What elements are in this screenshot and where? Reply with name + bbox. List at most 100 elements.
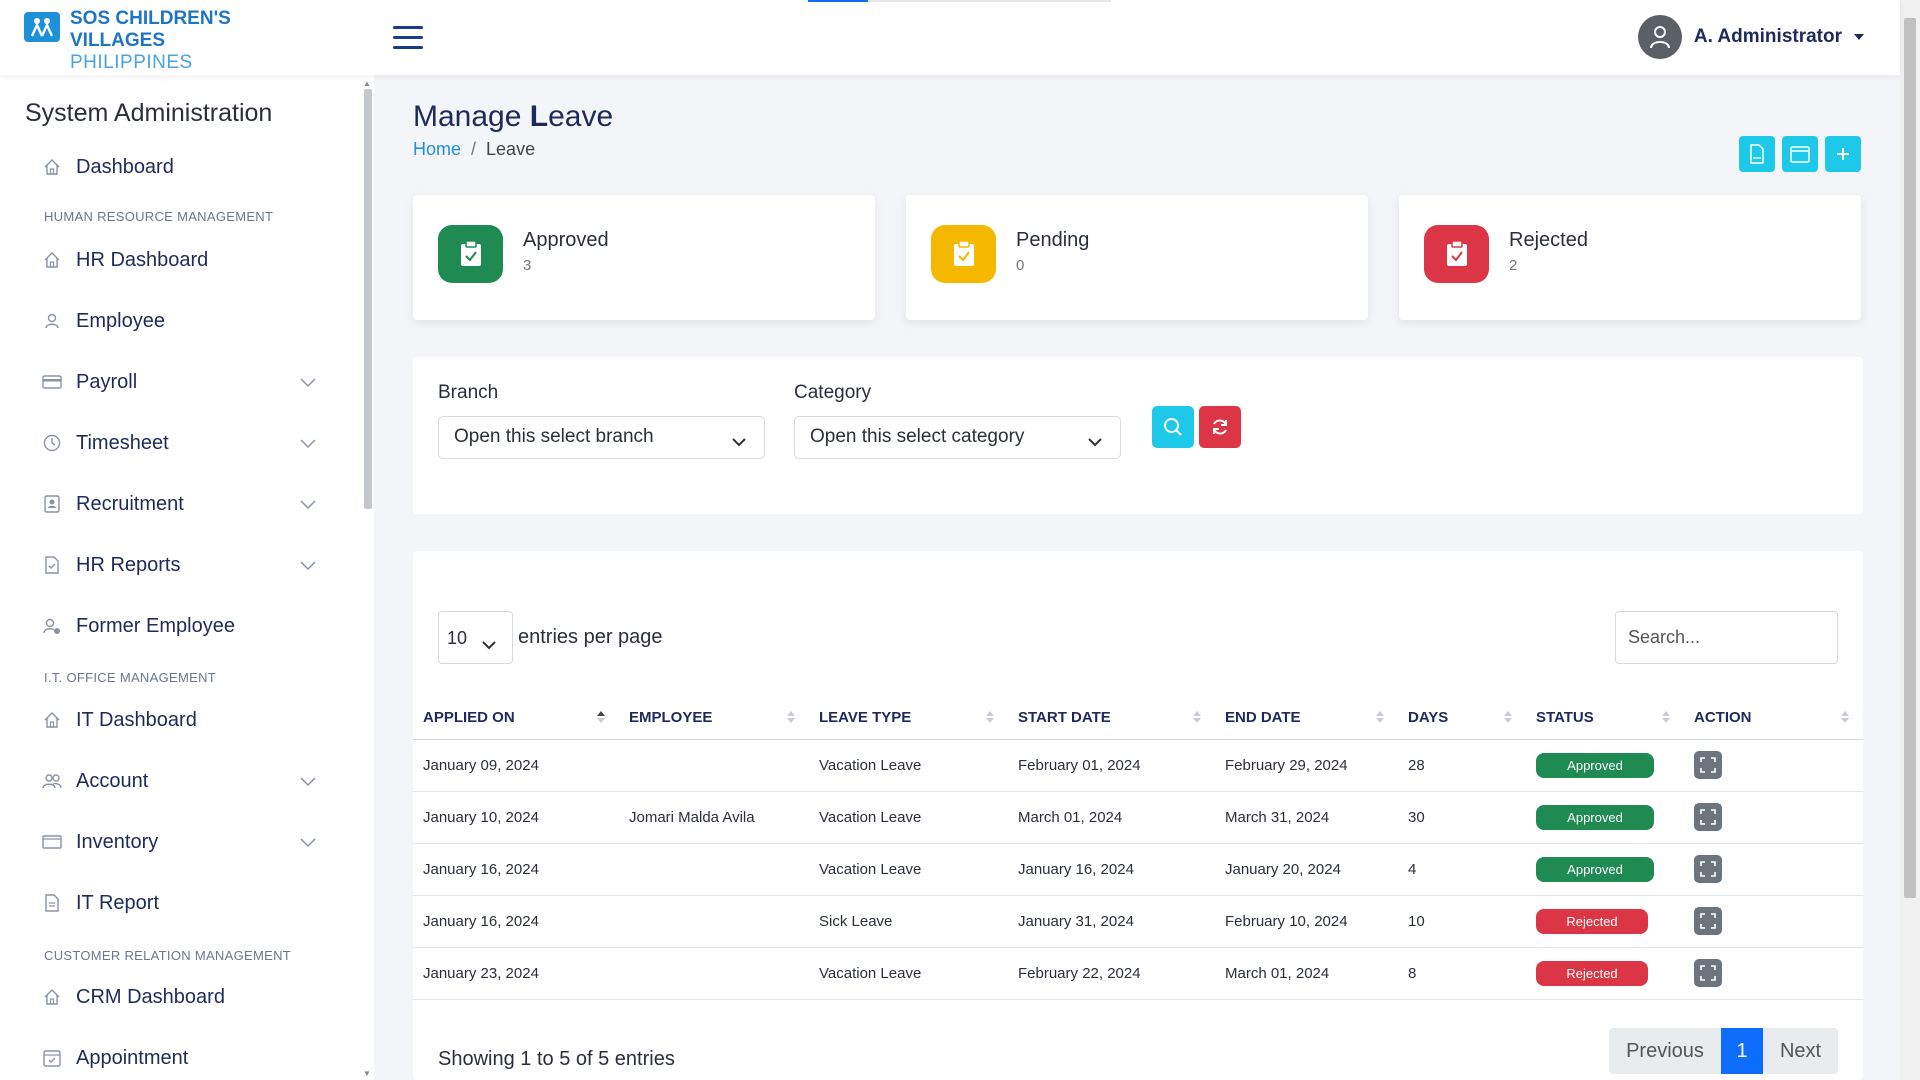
view-button[interactable] — [1694, 855, 1722, 883]
col-label: STATUS — [1536, 709, 1594, 727]
user-menu[interactable]: A. Administrator — [1637, 15, 1864, 59]
stat-label: Approved — [523, 229, 609, 251]
home-icon — [42, 710, 62, 730]
status-badge: Approved — [1536, 856, 1654, 882]
breadcrumb-current: Leave — [486, 139, 536, 159]
menu-toggle-icon[interactable] — [393, 26, 423, 50]
calendar-button[interactable] — [1782, 136, 1818, 172]
col-label: START DATE — [1018, 709, 1111, 727]
col-days[interactable]: DAYS — [1398, 697, 1526, 740]
avatar — [1637, 15, 1682, 59]
home-icon — [42, 987, 62, 1007]
top-header: SOS CHILDREN'S VILLAGES PHILIPPINES A. A… — [0, 0, 1900, 75]
user-name: A. Administrator — [1693, 26, 1842, 47]
cell-applied-on: January 16, 2024 — [413, 895, 619, 948]
col-end-date[interactable]: END DATE — [1215, 697, 1398, 740]
category-select[interactable]: Open this select category — [794, 416, 1121, 459]
file-text-icon — [42, 893, 62, 913]
expand-icon — [1700, 809, 1716, 825]
sidebar-item-former-employee[interactable]: Former Employee — [42, 611, 322, 641]
sidebar-item-label: Appointment — [76, 1046, 189, 1069]
cell-leave-type: Vacation Leave — [809, 739, 1008, 792]
cell-end-date: January 20, 2024 — [1215, 843, 1398, 896]
previous-page-button[interactable]: Previous — [1609, 1028, 1721, 1074]
refresh-icon — [1213, 419, 1227, 435]
sidebar-scroll-down-icon[interactable]: ▼ — [363, 1069, 371, 1078]
breadcrumb-home[interactable]: Home — [413, 139, 461, 160]
view-button[interactable] — [1694, 907, 1722, 935]
leave-table-card: 10 entries per page APPLIED ON EMPLOYEE … — [413, 551, 1863, 1080]
stat-label: Pending — [1016, 229, 1090, 251]
col-action[interactable]: ACTION — [1684, 697, 1863, 740]
sidebar-item-hr-dashboard[interactable]: HR Dashboard — [42, 245, 322, 275]
expand-icon — [1700, 913, 1716, 929]
sidebar-item-it-report[interactable]: IT Report — [42, 888, 322, 918]
cell-start-date: January 16, 2024 — [1008, 843, 1215, 896]
view-button[interactable] — [1694, 803, 1722, 831]
sidebar-item-label: HR Dashboard — [76, 248, 209, 271]
calendar-check-icon — [42, 1048, 62, 1068]
logo-line-2: VILLAGES — [70, 30, 166, 51]
table-row: January 16, 2024 Vacation Leave January … — [413, 843, 1863, 896]
cell-employee — [619, 843, 809, 896]
page-title-prefix: Manage — [413, 100, 530, 133]
section-it: I.T. OFFICE MANAGEMENT — [44, 670, 216, 685]
table-row: January 16, 2024 Sick Leave January 31, … — [413, 895, 1863, 948]
sidebar-item-it-dashboard[interactable]: IT Dashboard — [42, 705, 322, 735]
view-button[interactable] — [1694, 751, 1722, 779]
page-scrollbar[interactable] — [1900, 0, 1920, 1080]
sidebar-item-timesheet[interactable]: Timesheet — [42, 428, 322, 458]
expand-icon — [1700, 757, 1716, 773]
col-status[interactable]: STATUS — [1526, 697, 1684, 740]
cell-days: 4 — [1398, 843, 1526, 896]
col-start-date[interactable]: START DATE — [1008, 697, 1215, 740]
chevron-down-icon — [300, 497, 316, 515]
folder-icon — [42, 832, 62, 852]
sidebar-item-label: Account — [76, 769, 149, 792]
sidebar-item-crm-dashboard[interactable]: CRM Dashboard — [42, 982, 322, 1012]
sidebar-item-hr-reports[interactable]: HR Reports — [42, 550, 322, 580]
breadcrumb: Home / Leave — [413, 139, 535, 160]
sidebar-item-inventory[interactable]: Inventory — [42, 827, 322, 857]
add-leave-button[interactable] — [1825, 136, 1861, 172]
logo[interactable]: SOS CHILDREN'S VILLAGES PHILIPPINES — [24, 8, 231, 74]
col-leave-type[interactable]: LEAVE TYPE — [809, 697, 1008, 740]
sidebar-scrollbar[interactable] — [364, 89, 372, 509]
col-employee[interactable]: EMPLOYEE — [619, 697, 809, 740]
sidebar-scroll-up-icon[interactable]: ▲ — [363, 79, 371, 88]
cell-start-date: February 22, 2024 — [1008, 947, 1215, 1000]
stat-value: 2 — [1509, 257, 1518, 274]
sidebar-item-dashboard[interactable]: Dashboard — [42, 152, 322, 182]
sidebar-item-account[interactable]: Account — [42, 766, 322, 796]
col-applied-on[interactable]: APPLIED ON — [413, 697, 619, 740]
page-button-1[interactable]: 1 — [1721, 1028, 1763, 1074]
user-icon — [42, 311, 62, 331]
export-csv-button[interactable] — [1739, 136, 1775, 172]
status-badge: Approved — [1536, 804, 1654, 830]
file-check-icon — [42, 555, 62, 575]
cell-end-date: March 01, 2024 — [1215, 947, 1398, 1000]
col-label: DAYS — [1408, 709, 1449, 727]
sidebar-item-employee[interactable]: Employee — [42, 306, 322, 336]
cell-applied-on: January 10, 2024 — [413, 791, 619, 844]
entries-per-page-select[interactable]: 10 — [438, 611, 513, 664]
branch-select[interactable]: Open this select branch — [438, 416, 765, 459]
cell-action — [1684, 791, 1863, 844]
sort-icon — [1193, 711, 1201, 723]
reset-button[interactable] — [1199, 406, 1241, 448]
cell-start-date: March 01, 2024 — [1008, 791, 1215, 844]
table-search-input[interactable] — [1615, 611, 1838, 664]
status-badge: Approved — [1536, 752, 1654, 778]
page-title: Manage Leave — [413, 100, 613, 134]
col-label: EMPLOYEE — [629, 709, 713, 727]
cell-status: Approved — [1526, 843, 1684, 896]
search-button[interactable] — [1152, 406, 1194, 448]
view-button[interactable] — [1694, 959, 1722, 987]
sort-icon — [1504, 711, 1512, 723]
sidebar-item-payroll[interactable]: Payroll — [42, 367, 322, 397]
sidebar-item-label: HR Reports — [76, 553, 181, 576]
clipboard-check-icon — [931, 225, 996, 283]
next-page-button[interactable]: Next — [1763, 1028, 1838, 1074]
sidebar-item-recruitment[interactable]: Recruitment — [42, 489, 322, 519]
sidebar-item-appointment[interactable]: Appointment — [42, 1043, 322, 1073]
